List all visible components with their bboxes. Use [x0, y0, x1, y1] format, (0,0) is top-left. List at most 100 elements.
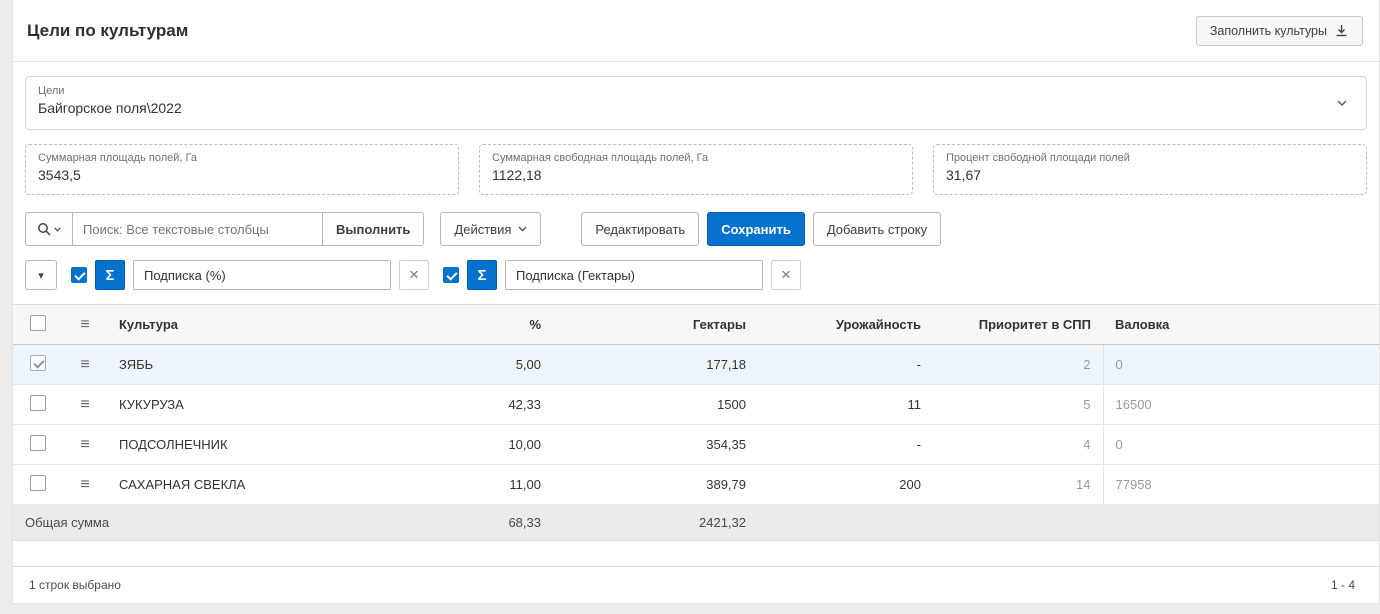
cell-priority[interactable]: 14 — [933, 465, 1103, 505]
grid-toolbar: Выполнить Действия Редактировать Сохрани… — [25, 212, 1367, 246]
sigma-icon[interactable]: Σ — [95, 260, 125, 290]
sigma-icon[interactable]: Σ — [467, 260, 497, 290]
cell-gross[interactable]: 77958 — [1103, 465, 1379, 505]
actions-menu-label: Действия — [454, 222, 511, 237]
total-label: Общая сумма — [13, 505, 353, 541]
page-title: Цели по культурам — [27, 21, 188, 41]
free-area-value: 1122,18 — [492, 167, 542, 183]
add-row-button[interactable]: Добавить строку — [813, 212, 941, 246]
free-area-percent-value: 31,67 — [946, 167, 981, 183]
cell-gross[interactable]: 16500 — [1103, 385, 1379, 425]
cell-priority[interactable]: 2 — [933, 345, 1103, 385]
cell-percent[interactable]: 42,33 — [353, 385, 553, 425]
column-header-culture[interactable]: Культура — [107, 305, 353, 345]
grid-header-row: ≡ Культура % Гектары Урожайность Приорит… — [13, 305, 1379, 345]
row-checkbox[interactable] — [30, 475, 46, 491]
goals-select[interactable]: Цели Байгорское поля\2022 — [25, 76, 1367, 130]
row-checkbox[interactable] — [30, 395, 46, 411]
column-header-gross[interactable]: Валовка — [1103, 305, 1379, 345]
drag-handle-icon[interactable]: ≡ — [80, 436, 89, 453]
remove-aggregate-percent-button[interactable]: × — [399, 260, 429, 290]
run-search-label: Выполнить — [336, 222, 410, 237]
pagination-range: 1 - 4 — [1331, 578, 1355, 592]
column-header-hectares[interactable]: Гектары — [553, 305, 758, 345]
table-row[interactable]: ≡ КУКУРУЗА 42,33 1500 11 5 16500 — [13, 385, 1379, 425]
cell-percent[interactable]: 5,00 — [353, 345, 553, 385]
column-header-yield[interactable]: Урожайность — [758, 305, 933, 345]
cell-yield[interactable]: - — [758, 345, 933, 385]
goals-by-crops-region: Цели по культурам Заполнить культуры Цел… — [12, 0, 1380, 604]
grid-status-bar: 1 строк выбрано 1 - 4 — [13, 566, 1379, 603]
aggregate-chip-percent: Σ Подписка (%) × — [71, 260, 429, 290]
free-area-field: Суммарная свободная площадь полей, Га 11… — [479, 144, 913, 195]
table-row[interactable]: ≡ ЗЯБЬ 5,00 177,18 - 2 0 — [13, 345, 1379, 385]
chevron-down-icon — [518, 226, 527, 232]
cell-culture[interactable]: ЗЯБЬ — [107, 345, 353, 385]
cell-priority[interactable]: 5 — [933, 385, 1103, 425]
edit-button-label: Редактировать — [595, 222, 685, 237]
remove-aggregate-hectares-button[interactable]: × — [771, 260, 801, 290]
aggregate-chip-hectares: Σ Подписка (Гектары) × — [443, 260, 801, 290]
cell-percent[interactable]: 11,00 — [353, 465, 553, 505]
region-header: Цели по культурам Заполнить культуры — [13, 0, 1379, 62]
actions-menu-button[interactable]: Действия — [440, 212, 541, 246]
cell-yield[interactable]: 11 — [758, 385, 933, 425]
row-checkbox[interactable] — [30, 355, 46, 371]
cell-hectares[interactable]: 177,18 — [553, 345, 758, 385]
goals-select-label: Цели — [38, 85, 1326, 97]
total-hectares: 2421,32 — [553, 505, 758, 541]
aggregate-percent-checkbox[interactable] — [71, 267, 87, 283]
cell-hectares[interactable]: 354,35 — [553, 425, 758, 465]
column-settings-button[interactable]: ▾ — [25, 260, 57, 290]
fill-crops-button-label: Заполнить культуры — [1210, 24, 1327, 38]
search-scope-button[interactable] — [25, 212, 73, 246]
fill-crops-button[interactable]: Заполнить культуры — [1196, 16, 1363, 46]
column-header-priority[interactable]: Приоритет в СПП — [933, 305, 1103, 345]
save-button[interactable]: Сохранить — [707, 212, 805, 246]
table-row[interactable]: ≡ САХАРНАЯ СВЕКЛА 11,00 389,79 200 14 77… — [13, 465, 1379, 505]
free-area-percent-label: Процент свободной площади полей — [946, 152, 1354, 164]
aggregate-hectares-name-field[interactable]: Подписка (Гектары) — [505, 260, 763, 290]
drag-handle-icon[interactable]: ≡ — [80, 396, 89, 413]
edit-button[interactable]: Редактировать — [581, 212, 699, 246]
cell-gross[interactable]: 0 — [1103, 345, 1379, 385]
cell-gross[interactable]: 0 — [1103, 425, 1379, 465]
cell-culture[interactable]: САХАРНАЯ СВЕКЛА — [107, 465, 353, 505]
free-area-percent-field: Процент свободной площади полей 31,67 — [933, 144, 1367, 195]
cell-yield[interactable]: 200 — [758, 465, 933, 505]
aggregate-total-row: Общая сумма 68,33 2421,32 — [13, 505, 1379, 541]
add-row-button-label: Добавить строку — [827, 222, 927, 237]
goals-select-value: Байгорское поля\2022 — [38, 100, 182, 116]
column-header-percent[interactable]: % — [353, 305, 553, 345]
free-area-label: Суммарная свободная площадь полей, Га — [492, 152, 900, 164]
table-row[interactable]: ≡ ПОДСОЛНЕЧНИК 10,00 354,35 - 4 0 — [13, 425, 1379, 465]
total-area-field: Суммарная площадь полей, Га 3543,5 — [25, 144, 459, 195]
aggregate-hectares-label: Подписка (Гектары) — [516, 268, 635, 283]
region-body: Цели Байгорское поля\2022 Суммарная площ… — [13, 62, 1379, 566]
row-menu-icon[interactable]: ≡ — [80, 316, 89, 333]
chevron-down-icon[interactable] — [1334, 95, 1350, 111]
aggregate-hectares-checkbox[interactable] — [443, 267, 459, 283]
select-all-checkbox[interactable] — [30, 315, 46, 331]
cell-percent[interactable]: 10,00 — [353, 425, 553, 465]
drag-handle-icon[interactable]: ≡ — [80, 356, 89, 373]
search-input[interactable] — [73, 212, 323, 246]
cell-culture[interactable]: КУКУРУЗА — [107, 385, 353, 425]
caret-down-icon: ▾ — [38, 269, 44, 282]
cell-hectares[interactable]: 1500 — [553, 385, 758, 425]
cell-hectares[interactable]: 389,79 — [553, 465, 758, 505]
search-icon — [37, 222, 51, 236]
close-icon: × — [781, 265, 791, 285]
crops-grid: ≡ Культура % Гектары Урожайность Приорит… — [13, 304, 1379, 541]
close-icon: × — [409, 265, 419, 285]
drag-handle-icon[interactable]: ≡ — [80, 476, 89, 493]
save-button-label: Сохранить — [721, 222, 791, 237]
row-checkbox[interactable] — [30, 435, 46, 451]
cell-yield[interactable]: - — [758, 425, 933, 465]
cell-culture[interactable]: ПОДСОЛНЕЧНИК — [107, 425, 353, 465]
run-search-button[interactable]: Выполнить — [323, 212, 424, 246]
total-percent: 68,33 — [353, 505, 553, 541]
cell-priority[interactable]: 4 — [933, 425, 1103, 465]
aggregate-percent-name-field[interactable]: Подписка (%) — [133, 260, 391, 290]
total-area-label: Суммарная площадь полей, Га — [38, 152, 446, 164]
